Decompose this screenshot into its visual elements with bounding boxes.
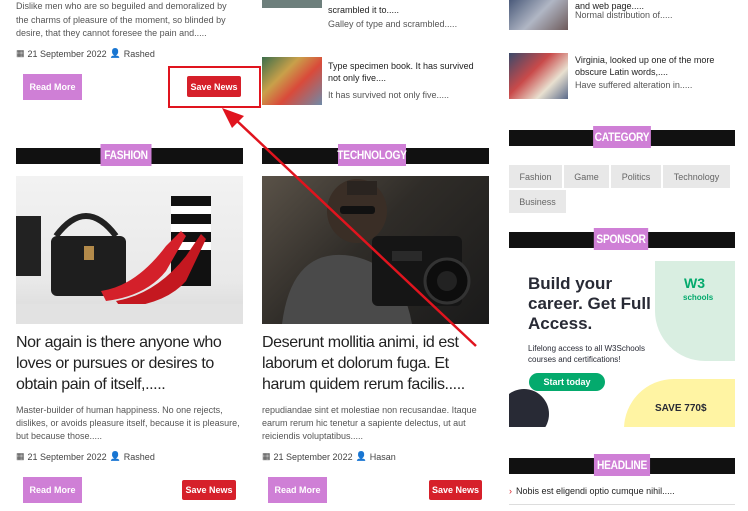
annotation-arrow	[222, 108, 477, 347]
